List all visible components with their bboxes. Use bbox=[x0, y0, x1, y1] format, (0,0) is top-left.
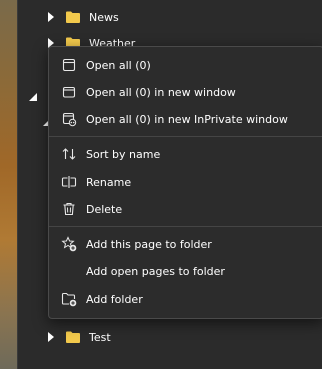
folder-icon bbox=[66, 11, 80, 23]
menu-item-label: Add this page to folder bbox=[86, 237, 212, 251]
chevron-right-icon[interactable] bbox=[46, 332, 56, 342]
folder-add-icon bbox=[61, 292, 77, 307]
menu-item-open-all[interactable]: Open all (0) bbox=[49, 52, 322, 78]
menu-item-add-open-pages[interactable]: Add open pages to folder bbox=[49, 258, 322, 284]
menu-item-label: Add folder bbox=[86, 292, 143, 306]
context-menu: Open all (0) Open all (0) in new window … bbox=[48, 46, 322, 319]
tree-item-test[interactable]: Test bbox=[17, 324, 111, 350]
inprivate-window-icon bbox=[62, 112, 77, 127]
menu-separator bbox=[49, 226, 322, 227]
menu-item-label: Add open pages to folder bbox=[86, 264, 225, 278]
menu-item-label: Delete bbox=[86, 202, 123, 216]
menu-item-sort-by-name[interactable]: Sort by name bbox=[49, 141, 322, 167]
tab-icon bbox=[62, 58, 76, 72]
tree-item-label: Test bbox=[89, 330, 111, 344]
menu-item-open-all-new-window[interactable]: Open all (0) in new window bbox=[49, 79, 322, 105]
menu-separator bbox=[49, 136, 322, 137]
background-wallpaper-strip bbox=[0, 0, 17, 369]
trash-icon bbox=[63, 202, 75, 216]
menu-item-open-all-inprivate[interactable]: Open all (0) in new InPrivate window bbox=[49, 106, 322, 132]
menu-item-label: Open all (0) bbox=[86, 58, 151, 72]
menu-item-label: Sort by name bbox=[86, 147, 161, 161]
sort-icon bbox=[62, 148, 76, 160]
menu-item-rename[interactable]: Rename bbox=[49, 169, 322, 195]
menu-item-add-folder[interactable]: Add folder bbox=[49, 286, 322, 312]
menu-item-delete[interactable]: Delete bbox=[49, 196, 322, 222]
tree-item-label: News bbox=[89, 10, 119, 24]
chevron-expanded-icon[interactable] bbox=[29, 93, 37, 101]
window-icon bbox=[62, 86, 76, 98]
menu-item-label: Open all (0) in new window bbox=[86, 85, 236, 99]
chevron-right-icon[interactable] bbox=[46, 12, 56, 22]
rename-icon bbox=[61, 176, 77, 188]
menu-item-label: Open all (0) in new InPrivate window bbox=[86, 112, 288, 126]
tree-item-news[interactable]: News bbox=[17, 4, 119, 30]
star-add-icon bbox=[61, 236, 77, 252]
menu-item-add-this-page[interactable]: Add this page to folder bbox=[49, 231, 322, 257]
menu-item-label: Rename bbox=[86, 175, 132, 189]
folder-icon bbox=[66, 331, 80, 343]
